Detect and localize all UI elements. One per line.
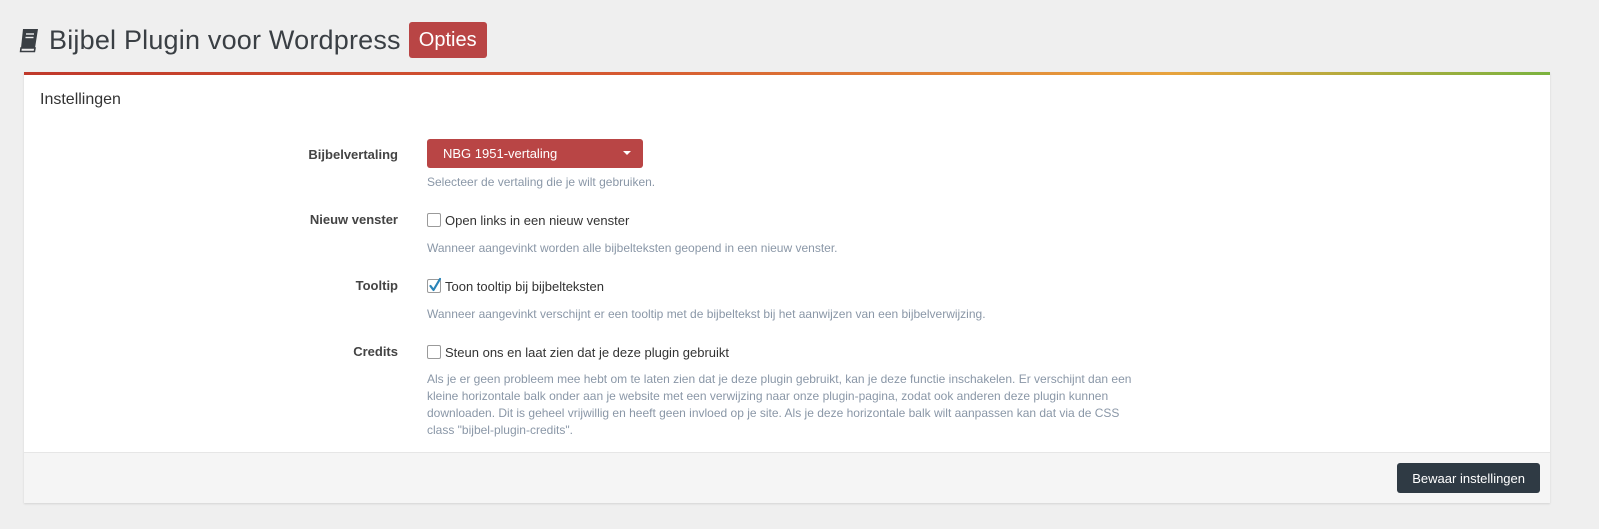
page-title: Bijbel Plugin voor Wordpress xyxy=(49,24,401,55)
new-window-label: Nieuw venster xyxy=(309,212,398,227)
options-badge: Opties xyxy=(408,22,487,58)
new-window-checkbox-label[interactable]: Open links in een nieuw venster xyxy=(445,213,629,228)
credits-option[interactable]: Steun ons en laat zien dat je deze plugi… xyxy=(427,343,1147,361)
credits-control: Steun ons en laat zien dat je deze plugi… xyxy=(427,343,1147,439)
panel-heading: Instellingen xyxy=(40,91,121,108)
tooltip-option[interactable]: Toon tooltip bij bijbelteksten xyxy=(427,277,1147,295)
translation-control: NBG 1951-vertaling Selecteer de vertalin… xyxy=(427,139,1147,191)
translation-help: Selecteer de vertaling die je wilt gebru… xyxy=(427,175,656,189)
tooltip-checkbox-label[interactable]: Toon tooltip bij bijbelteksten xyxy=(445,279,604,294)
caret-down-icon xyxy=(623,151,631,155)
new-window-control: Open links in een nieuw venster Wanneer … xyxy=(427,211,1147,257)
save-settings-button[interactable]: Bewaar instellingen xyxy=(1397,463,1540,493)
tooltip-label: Tooltip xyxy=(355,278,398,293)
tooltip-checkbox[interactable] xyxy=(427,277,441,293)
page-header: Bijbel Plugin voor Wordpress Opties xyxy=(18,20,487,60)
translation-select[interactable]: NBG 1951-vertaling xyxy=(427,139,643,168)
credits-label: Credits xyxy=(353,344,398,359)
translation-label: Bijbelvertaling xyxy=(308,147,398,162)
tooltip-help: Wanneer aangevinkt verschijnt er een too… xyxy=(427,307,986,321)
panel-footer: Bewaar instellingen xyxy=(24,452,1550,503)
checkmark-icon xyxy=(429,277,441,292)
credits-checkbox-label[interactable]: Steun ons en laat zien dat je deze plugi… xyxy=(445,345,729,360)
translation-select-value: NBG 1951-vertaling xyxy=(443,146,558,161)
settings-panel: Instellingen Bijbelvertaling NBG 1951-ve… xyxy=(24,72,1550,503)
book-icon xyxy=(18,27,40,53)
new-window-option[interactable]: Open links in een nieuw venster xyxy=(427,211,1147,229)
new-window-help: Wanneer aangevinkt worden alle bijbeltek… xyxy=(427,241,838,255)
tooltip-control: Toon tooltip bij bijbelteksten Wanneer a… xyxy=(427,277,1147,323)
new-window-checkbox[interactable] xyxy=(427,213,441,227)
credits-help: Als je er geen probleem mee hebt om te l… xyxy=(427,372,1132,437)
credits-checkbox[interactable] xyxy=(427,345,441,359)
